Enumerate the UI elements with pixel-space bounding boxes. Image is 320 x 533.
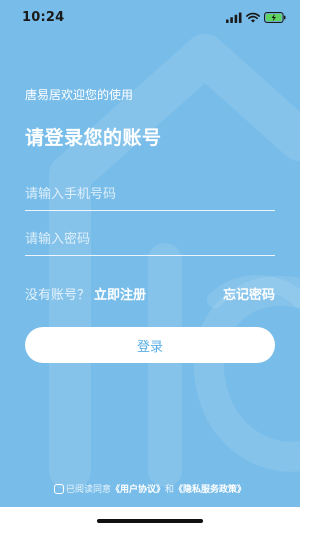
password-input[interactable] <box>25 225 275 253</box>
status-icons <box>226 11 286 23</box>
welcome-text: 唐易居欢迎您的使用 <box>25 88 134 102</box>
battery-charging-icon <box>264 11 286 23</box>
register-prompt: 没有账号？ <box>25 288 91 303</box>
register-row: 没有账号？ 立即注册 <box>25 284 146 303</box>
agreement-conjunction: 和 <box>165 485 175 495</box>
status-bar: 10:24 <box>0 0 300 36</box>
forgot-password-link[interactable]: 忘记密码 <box>223 284 275 303</box>
wifi-icon <box>246 12 260 23</box>
home-indicator <box>97 519 203 523</box>
password-field <box>25 225 275 256</box>
page-title: 请登录您的账号 <box>25 127 162 149</box>
privacy-policy-link[interactable]: 《隐私服务政策》 <box>174 482 246 495</box>
login-button[interactable]: 登录 <box>25 327 275 363</box>
agreement-prefix: 已阅读同意 <box>65 485 111 495</box>
status-time: 10:24 <box>22 10 65 25</box>
signal-icon <box>226 12 242 23</box>
agree-checkbox[interactable] <box>53 483 64 494</box>
register-link[interactable]: 立即注册 <box>94 288 146 303</box>
login-screen: 10:24 唐易居欢迎您的使用 请登录您的账号 请输入手机号码 没有账号？ 立即… <box>0 0 300 507</box>
phone-input[interactable] <box>25 180 275 208</box>
agreement-row: 已阅读同意 《用户协议》 和 《隐私服务政策》 <box>0 482 300 495</box>
phone-field <box>25 180 275 211</box>
user-agreement-link[interactable]: 《用户协议》 <box>111 482 165 495</box>
